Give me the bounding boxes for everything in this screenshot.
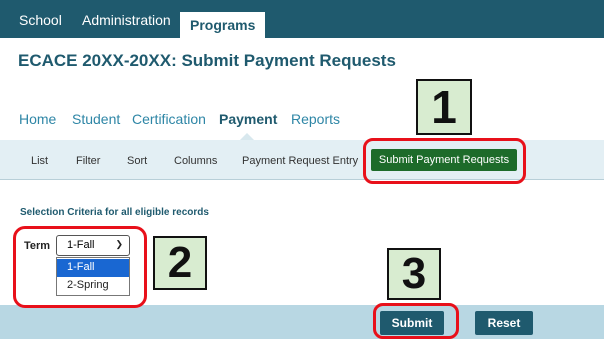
callout-number-2: 2	[153, 236, 207, 290]
subnav-filter[interactable]: Filter	[76, 155, 100, 167]
subnav-payment-request-entry[interactable]: Payment Request Entry	[242, 155, 358, 167]
nav-reports[interactable]: Reports	[291, 111, 340, 127]
callout-ring-term-select	[13, 226, 147, 308]
top-nav-bar: School Administration Programs	[0, 0, 604, 38]
subnav-list[interactable]: List	[31, 155, 48, 167]
callout-number-3: 3	[387, 248, 441, 300]
reset-button[interactable]: Reset	[475, 311, 533, 335]
subnav-sort[interactable]: Sort	[127, 155, 147, 167]
subnav-columns[interactable]: Columns	[174, 155, 217, 167]
tab-school[interactable]: School	[19, 12, 62, 28]
tab-administration[interactable]: Administration	[82, 12, 171, 28]
nav-certification[interactable]: Certification	[132, 111, 206, 127]
nav-payment[interactable]: Payment	[219, 111, 277, 127]
nav-home[interactable]: Home	[19, 111, 56, 127]
selection-criteria-heading: Selection Criteria for all eligible reco…	[20, 207, 209, 218]
page: School Administration Programs ECACE 20X…	[0, 0, 604, 339]
page-title: ECACE 20XX-20XX: Submit Payment Requests	[18, 51, 396, 70]
nav-student[interactable]: Student	[72, 111, 120, 127]
callout-ring-submit-payment-requests	[363, 138, 526, 184]
callout-ring-submit	[373, 303, 459, 339]
tab-programs[interactable]: Programs	[180, 12, 266, 38]
callout-number-1: 1	[416, 79, 472, 135]
